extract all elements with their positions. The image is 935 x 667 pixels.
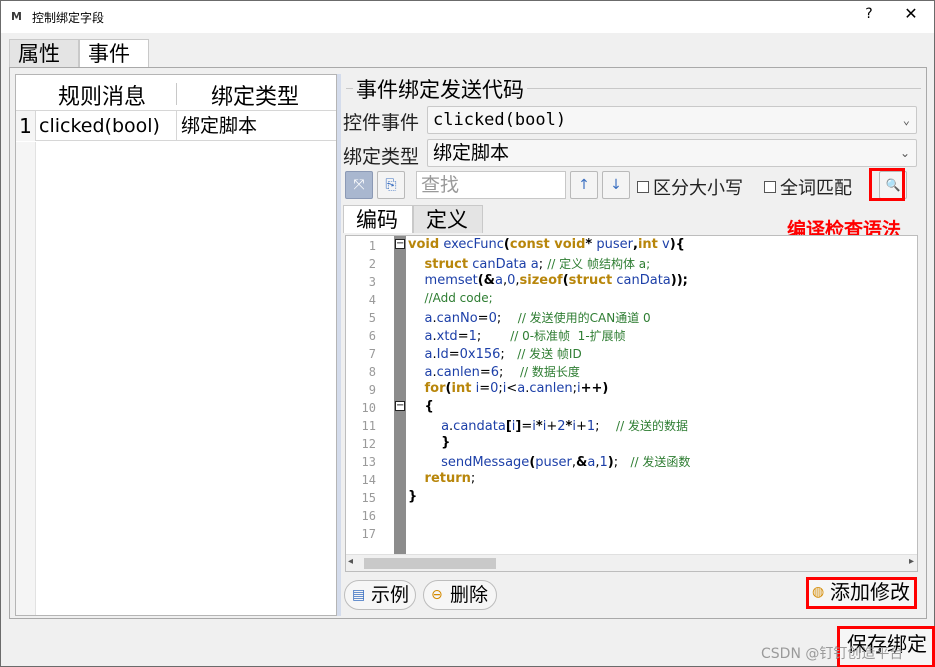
chevron-down-icon: ⌄ xyxy=(899,146,910,160)
line-number: 8 xyxy=(368,365,376,379)
find-down-button[interactable]: ↓ xyxy=(602,171,630,199)
tab-code[interactable]: 编码 xyxy=(343,205,413,233)
add-modify-highlight xyxy=(806,577,917,609)
delete-button[interactable]: ⊖ 删除 xyxy=(423,580,497,610)
control-event-select[interactable]: clicked(bool) ⌄ xyxy=(427,106,917,134)
code-editor[interactable]: 1 2 3 4 5 6 7 8 9 10 11 12 13 14 15 16 17 − − void execF… xyxy=(345,235,918,572)
app-icon: M xyxy=(11,10,22,23)
find-input[interactable]: 查找 xyxy=(416,171,566,199)
event-group-title: 事件绑定发送代码 xyxy=(353,74,527,104)
row-number: 1 xyxy=(16,111,36,141)
scroll-left-icon[interactable]: ◂ xyxy=(348,556,353,567)
code-line[interactable]: a.canNo=0; // 发送使用的CAN通道 0 xyxy=(408,309,651,326)
fold-margin xyxy=(394,236,406,554)
scroll-right-icon[interactable]: ▸ xyxy=(909,556,914,567)
tab-definition[interactable]: 定义 xyxy=(413,205,483,233)
document-icon: ▤ xyxy=(352,587,366,603)
scrollbar-thumb[interactable] xyxy=(364,558,496,569)
fold-toggle-icon[interactable]: − xyxy=(395,239,405,249)
rule-table-header: 规则消息 绑定类型 xyxy=(16,75,336,111)
code-line[interactable]: struct canData a; // 定义 帧结构体 a; xyxy=(408,255,651,272)
row-message-cell[interactable]: clicked(bool) xyxy=(39,111,177,141)
code-line[interactable]: } xyxy=(408,489,417,504)
minus-circle-icon: ⊖ xyxy=(431,587,443,603)
case-sensitive-checkbox[interactable]: 区分大小写 xyxy=(637,174,743,200)
whole-word-checkbox[interactable]: 全词匹配 xyxy=(764,174,852,200)
line-number: 12 xyxy=(361,437,376,451)
column-divider xyxy=(176,83,177,105)
help-button[interactable]: ? xyxy=(859,6,879,22)
code-line[interactable]: void execFunc(const void* puser,int v){ xyxy=(408,237,685,252)
close-button[interactable]: ✕ xyxy=(900,4,922,23)
column-header-message[interactable]: 规则消息 xyxy=(58,79,146,111)
code-line[interactable]: //Add code; xyxy=(408,291,493,306)
line-number: 1 xyxy=(368,239,376,253)
code-line[interactable]: { xyxy=(408,399,434,414)
code-line[interactable]: a.Id=0x156; // 发送 帧ID xyxy=(408,345,582,362)
dialog-window: M 控制绑定字段 ? ✕ 属性 事件 规则消息 绑定类型 1 clicked(b… xyxy=(0,0,935,667)
bind-type-value: 绑定脚本 xyxy=(433,142,510,164)
editor-toolbar: ⤧ ⎘ 查找 ↑ ↓ 区分大小写 全词匹配 🔍 xyxy=(343,168,923,202)
line-number: 7 xyxy=(368,347,376,361)
tab-properties[interactable]: 属性 xyxy=(9,39,79,67)
line-number-gutter: 1 2 3 4 5 6 7 8 9 10 11 12 13 14 15 16 17 xyxy=(346,236,394,554)
code-line[interactable]: a.canlen=6; // 数据长度 xyxy=(408,363,580,380)
title-bar: M 控制绑定字段 ? ✕ xyxy=(1,1,934,33)
window-title: 控制绑定字段 xyxy=(32,11,105,25)
row-type-cell[interactable]: 绑定脚本 xyxy=(181,111,257,141)
watermark: CSDN @钉钉创造平台 xyxy=(761,646,904,662)
expand-icon[interactable]: ⤧ xyxy=(345,171,373,199)
line-number: 15 xyxy=(361,491,376,505)
line-number: 14 xyxy=(361,473,376,487)
copy-icon[interactable]: ⎘ xyxy=(377,171,405,199)
tab-content: 规则消息 绑定类型 1 clicked(bool) 绑定脚本 事件绑定发送代码 … xyxy=(9,67,927,619)
row-header-gutter xyxy=(16,142,36,615)
control-event-label: 控件事件 xyxy=(343,112,420,134)
line-number: 2 xyxy=(368,257,376,271)
whole-word-label: 全词匹配 xyxy=(780,178,852,199)
check-syntax-highlight xyxy=(869,168,905,201)
line-number: 17 xyxy=(361,527,376,541)
line-number: 4 xyxy=(368,293,376,307)
rule-table: 规则消息 绑定类型 1 clicked(bool) 绑定脚本 xyxy=(15,74,337,616)
horizontal-scrollbar[interactable]: ◂ ▸ xyxy=(346,554,917,571)
line-number: 13 xyxy=(361,455,376,469)
code-line[interactable]: a.xtd=1; // 0-标准帧 1-扩展帧 xyxy=(408,327,626,344)
find-up-button[interactable]: ↑ xyxy=(570,171,598,199)
column-header-type[interactable]: 绑定类型 xyxy=(211,79,299,111)
code-line[interactable]: return; xyxy=(408,471,476,486)
table-row[interactable]: 1 clicked(bool) 绑定脚本 xyxy=(16,111,336,141)
checkbox-box[interactable] xyxy=(637,181,649,193)
tab-events[interactable]: 事件 xyxy=(79,39,149,67)
code-line[interactable]: a.candata[i]=i*i+2*i+1; // 发送的数据 xyxy=(408,417,688,434)
line-number: 3 xyxy=(368,275,376,289)
example-button[interactable]: ▤ 示例 xyxy=(344,580,416,610)
code-line[interactable]: for(int i=0;i<a.canlen;i++) xyxy=(408,381,609,396)
control-event-value: clicked(bool) xyxy=(433,110,567,130)
line-number: 5 xyxy=(368,311,376,325)
splitter-handle[interactable] xyxy=(337,74,341,616)
delete-label: 删除 xyxy=(450,584,489,606)
bind-type-select[interactable]: 绑定脚本 ⌄ xyxy=(427,139,917,167)
example-label: 示例 xyxy=(371,584,410,606)
line-number: 6 xyxy=(368,329,376,343)
fold-toggle-icon[interactable]: − xyxy=(395,401,405,411)
line-number: 10 xyxy=(361,401,376,415)
bind-type-label: 绑定类型 xyxy=(343,146,420,168)
checkbox-box[interactable] xyxy=(764,181,776,193)
code-line[interactable]: } xyxy=(408,435,450,450)
code-line[interactable]: memset(&a,0,sizeof(struct canData)); xyxy=(408,273,688,288)
line-number: 16 xyxy=(361,509,376,523)
line-number: 9 xyxy=(368,383,376,397)
chevron-down-icon: ⌄ xyxy=(902,113,910,127)
code-line[interactable]: sendMessage(puser,&a,1); // 发送函数 xyxy=(408,453,690,470)
line-number: 11 xyxy=(361,419,376,433)
case-sensitive-label: 区分大小写 xyxy=(653,178,743,199)
